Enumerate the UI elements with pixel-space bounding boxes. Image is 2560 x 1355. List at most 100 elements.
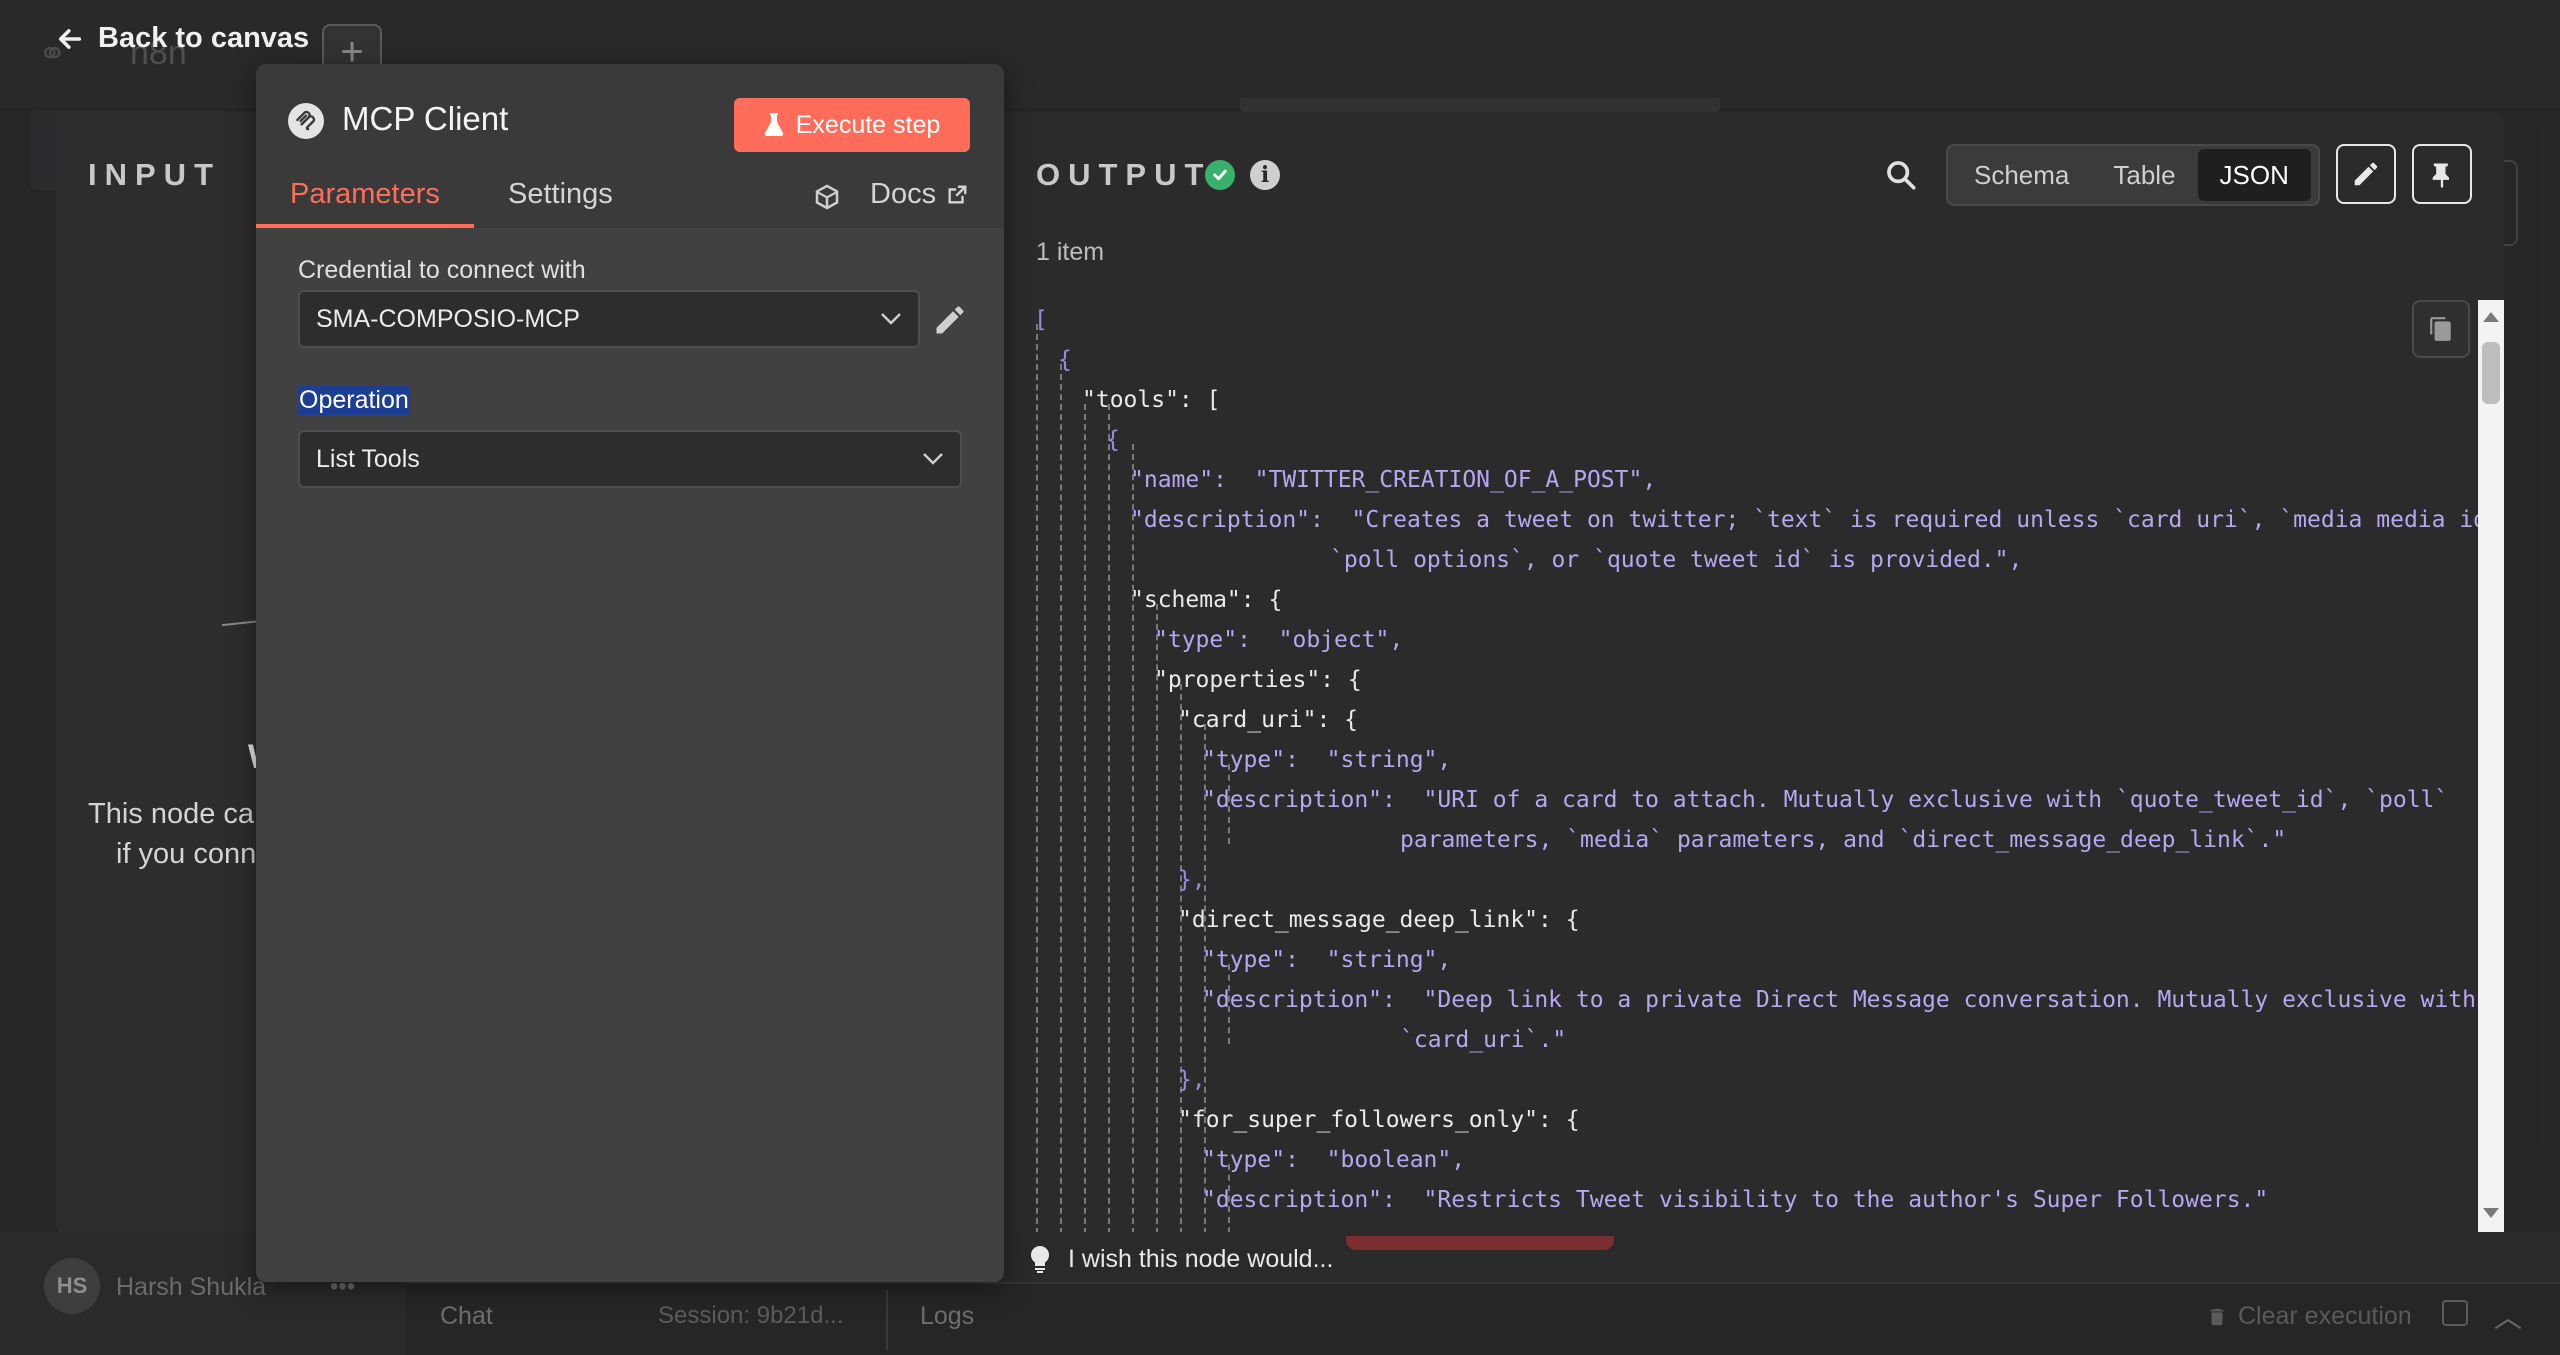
active-tab-indicator <box>256 224 474 228</box>
credential-select[interactable]: SMA-COMPOSIO-MCP <box>298 290 920 348</box>
scroll-down-arrow-icon[interactable] <box>2478 1202 2504 1224</box>
json-token: "properties": { <box>1154 667 1362 693</box>
json-line: "type": "object", <box>1154 620 1403 660</box>
json-token: "schema": { <box>1130 587 1283 613</box>
json-line: "properties": { <box>1154 660 1362 700</box>
json-indent-guide <box>1180 684 1182 1232</box>
execute-tab-stub <box>1346 1236 1614 1250</box>
tab-chat[interactable]: Chat <box>440 1302 493 1331</box>
json-token: "direct_message_deep_link": { <box>1178 907 1580 933</box>
json-token: { <box>1058 347 1072 373</box>
avatar[interactable]: HS <box>44 1258 100 1314</box>
edit-credential-icon[interactable] <box>932 302 968 338</box>
chevron-down-icon <box>881 313 901 325</box>
json-line: "name": "TWITTER_CREATION_OF_A_POST", <box>1130 460 1656 500</box>
json-line: "card_uri": { <box>1178 700 1358 740</box>
json-token: "for_super_followers_only": { <box>1178 1107 1580 1133</box>
clear-execution-button[interactable]: Clear execution <box>2206 1302 2412 1331</box>
operation-select[interactable]: List Tools <box>298 430 962 488</box>
operation-value: List Tools <box>316 444 420 473</box>
cube-icon[interactable] <box>812 182 842 212</box>
arrow-left-icon <box>58 28 82 49</box>
tab-parameters[interactable]: Parameters <box>290 178 440 211</box>
json-token: "type": "string", <box>1202 747 1452 773</box>
json-line: { <box>1058 340 1072 380</box>
credential-label: Credential to connect with <box>298 256 586 284</box>
json-viewer[interactable]: [ { "tools": [ { "name": "TWITTER_CREATI… <box>1030 300 2478 1232</box>
tab-logs[interactable]: Logs <box>920 1302 974 1331</box>
credential-value: SMA-COMPOSIO-MCP <box>316 304 580 333</box>
json-line: }, <box>1178 1060 1206 1100</box>
json-token: "tools": [ <box>1082 387 1221 413</box>
json-line: { <box>1106 420 1120 460</box>
json-line: "type": "boolean", <box>1202 1140 1465 1180</box>
json-line: }, <box>1178 860 1206 900</box>
json-line: "type": "string", <box>1202 940 1451 980</box>
docs-label: Docs <box>870 178 937 210</box>
json-token: "description": "Deep link to a private D… <box>1202 987 2476 1013</box>
docs-link[interactable]: Docs <box>870 178 968 211</box>
back-to-canvas-button[interactable]: Back to canvas <box>56 22 309 55</box>
user-name: Harsh Shukla <box>116 1273 267 1301</box>
json-token: { <box>1106 427 1120 453</box>
chevron-up-icon[interactable]: ︿ <box>2494 1296 2522 1336</box>
json-token: "name": "TWITTER_CREATION_OF_A_POST", <box>1130 467 1657 493</box>
json-indent-guide <box>1060 364 1062 1232</box>
json-token: }, <box>1178 867 1206 893</box>
flask-icon <box>764 113 784 137</box>
copy-output-button[interactable] <box>2412 300 2470 358</box>
feedback-prompt[interactable]: I wish this node would... <box>1030 1245 1333 1274</box>
operation-label: Operation <box>298 386 410 415</box>
json-line: "description": "URI of a card to attach.… <box>1202 780 2448 820</box>
execute-step-button[interactable]: Execute step <box>734 98 970 152</box>
json-scrollbar[interactable] <box>2478 300 2504 1232</box>
node-title[interactable]: MCP Client <box>342 100 508 138</box>
json-line: "description": "Creates a tweet on twitt… <box>1130 500 2478 540</box>
json-line: `card_uri`." <box>1400 1020 1566 1060</box>
json-indent-guide <box>1036 324 1038 1232</box>
input-message-line1: This node ca <box>88 798 255 830</box>
open-panel-icon[interactable] <box>2442 1300 2468 1326</box>
output-title: OUTPUT <box>1036 157 1212 192</box>
pin-data-button[interactable] <box>2412 144 2472 204</box>
view-schema[interactable]: Schema <box>1952 149 2091 201</box>
node-parameters-panel: MCP Client Execute step Parameters Setti… <box>256 64 1004 1282</box>
json-line: `poll options`, or `quote tweet id` is p… <box>1330 540 2022 580</box>
json-indent-guide <box>1108 404 1110 1232</box>
json-line: "type": "string", <box>1202 740 1451 780</box>
clear-execution-label: Clear execution <box>2238 1302 2412 1330</box>
json-token: "description": "Creates a tweet on twitt… <box>1130 507 2478 533</box>
json-token: "type": "object", <box>1154 627 1404 653</box>
lightbulb-icon <box>1030 1245 1050 1273</box>
json-token: "card_uri": { <box>1178 707 1359 733</box>
execute-step-label: Execute step <box>795 110 941 139</box>
view-table[interactable]: Table <box>2091 149 2197 201</box>
json-token: `poll options`, or `quote tweet id` is p… <box>1330 547 2023 573</box>
json-token: `card_uri`." <box>1400 1027 1567 1053</box>
feedback-label: I wish this node would... <box>1068 1245 1334 1273</box>
divider <box>886 1290 888 1350</box>
tab-settings[interactable]: Settings <box>508 178 613 211</box>
json-line: "description": "Deep link to a private D… <box>1202 980 2476 1020</box>
json-token: "type": "boolean", <box>1202 1147 1466 1173</box>
info-icon[interactable]: i <box>1250 160 1280 190</box>
chevron-down-icon <box>923 453 943 465</box>
mcp-node-icon <box>288 103 324 139</box>
search-icon[interactable] <box>1884 158 1918 192</box>
item-count: 1 item <box>1036 238 1105 266</box>
copy-icon <box>2430 317 2451 341</box>
json-line: [ <box>1034 300 1048 340</box>
edit-output-button[interactable] <box>2336 144 2396 204</box>
json-token: }, <box>1178 1067 1206 1093</box>
session-label: Session: 9b21d... <box>658 1302 844 1329</box>
json-token: [ <box>1034 307 1048 333</box>
pencil-icon <box>2354 162 2378 186</box>
json-line: "tools": [ <box>1082 380 1220 420</box>
json-line: "direct_message_deep_link": { <box>1178 900 1580 940</box>
view-json[interactable]: JSON <box>2197 149 2311 201</box>
scroll-up-arrow-icon[interactable] <box>2478 306 2504 328</box>
input-message-line2: if you conn <box>116 838 257 870</box>
json-token: "type": "string", <box>1202 947 1452 973</box>
json-indent-guide <box>1084 404 1086 1232</box>
scrollbar-thumb[interactable] <box>2482 342 2500 404</box>
